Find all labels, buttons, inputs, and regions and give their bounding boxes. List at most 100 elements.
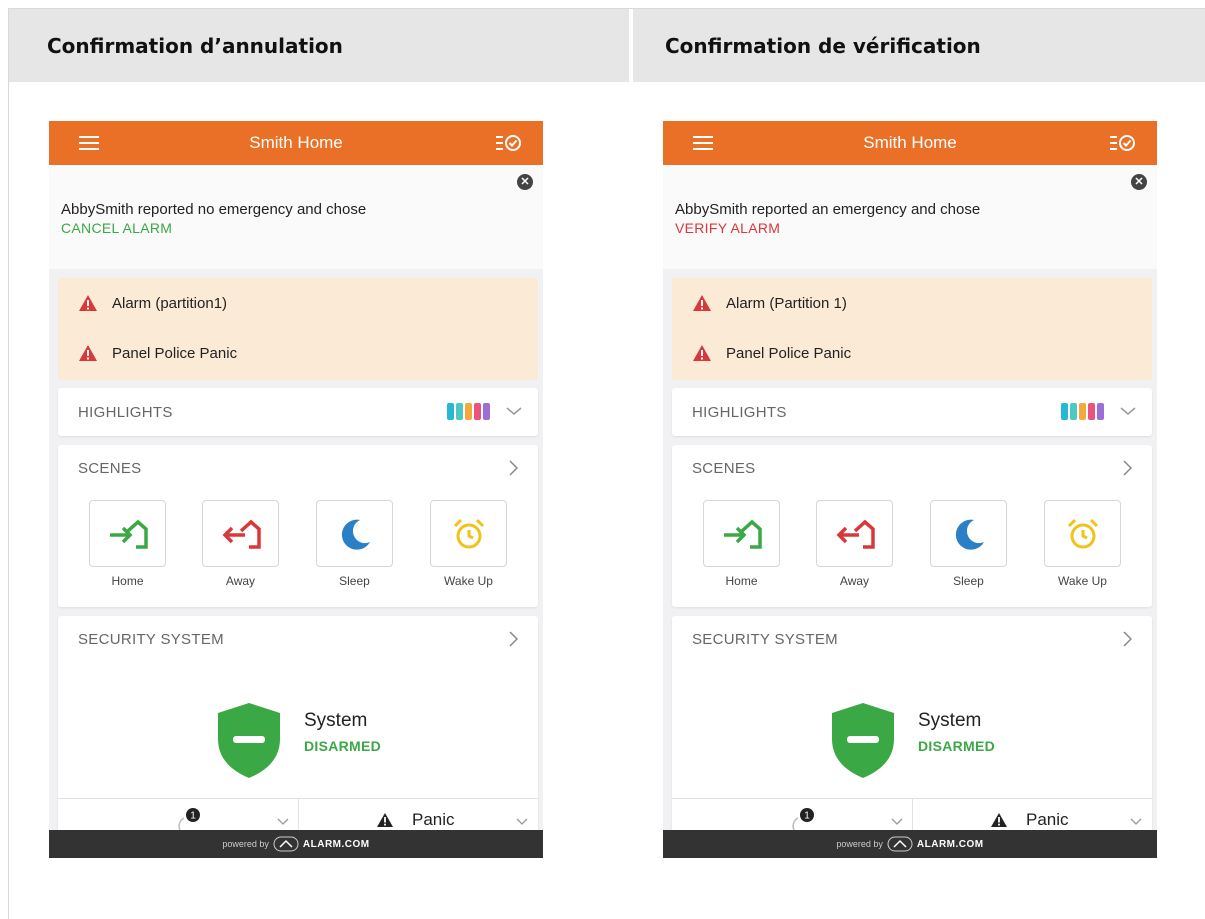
highlights-bars-icon (1061, 403, 1104, 420)
scene-home-button[interactable]: Home (703, 500, 780, 588)
leave-home-icon (222, 519, 261, 549)
highlights-card[interactable]: HIGHLIGHTS (672, 388, 1152, 436)
checklist-icon[interactable] (495, 133, 521, 153)
alarm-list: Alarm (Partition 1) Panel Police Panic (672, 278, 1152, 380)
moon-icon (341, 519, 370, 550)
warning-icon (693, 345, 711, 361)
chevron-down-icon[interactable] (891, 818, 903, 826)
warning-icon (991, 813, 1007, 827)
brand-name: ALARM.COM (302, 838, 370, 850)
chevron-down-icon[interactable] (277, 818, 289, 826)
chevron-down-icon[interactable] (516, 818, 528, 826)
highlights-bars-icon (447, 403, 490, 420)
system-status: DISARMED (304, 738, 382, 754)
scene-label: Wake Up (1058, 574, 1107, 588)
alarm-notice: ✕ AbbySmith reported no emergency and ch… (49, 165, 543, 269)
scenes-title: SCENES (692, 460, 756, 477)
scene-wakeup-button[interactable]: Wake Up (430, 500, 507, 588)
highlights-title: HIGHLIGHTS (692, 404, 787, 421)
shield-icon[interactable] (830, 701, 896, 779)
scene-sleep-button[interactable]: Sleep (930, 500, 1007, 588)
scene-sleep-button[interactable]: Sleep (316, 500, 393, 588)
app-title: Smith Home (863, 133, 957, 152)
chevron-down-icon[interactable] (1120, 406, 1136, 416)
chevron-right-icon[interactable] (1122, 631, 1132, 647)
alarm-notice: ✕ AbbySmith reported an emergency and ch… (663, 165, 1157, 269)
security-title: SECURITY SYSTEM (692, 631, 838, 648)
brand-name: ALARM.COM (916, 838, 984, 850)
security-title: SECURITY SYSTEM (78, 631, 224, 648)
notice-status-cancel: CANCEL ALARM (61, 220, 173, 236)
system-status: DISARMED (918, 738, 996, 754)
chevron-right-icon[interactable] (508, 460, 518, 476)
chevron-right-icon[interactable] (508, 631, 518, 647)
chevron-right-icon[interactable] (1122, 460, 1132, 476)
security-system-card: SECURITY SYSTEM System DISARMED 1 Panic (672, 616, 1152, 858)
checklist-icon[interactable] (1109, 133, 1135, 153)
scene-home-button[interactable]: Home (89, 500, 166, 588)
alarm-item[interactable]: Alarm (partition1) (78, 294, 227, 312)
scene-away-button[interactable]: Away (816, 500, 893, 588)
scenes-card: SCENES Home Away Sleep Wake Up (672, 445, 1152, 607)
column-title-cancel: Confirmation d’annulation (47, 33, 343, 58)
shield-icon[interactable] (216, 701, 282, 779)
chevron-down-icon[interactable] (506, 406, 522, 416)
column-title-verify: Confirmation de vérification (665, 33, 981, 58)
arrive-home-icon (109, 519, 148, 549)
alarm-clock-icon (453, 518, 484, 548)
scenes-card: SCENES Home Away Sleep Wake Up (58, 445, 538, 607)
powered-by-text: powered by (222, 839, 269, 849)
phone-screen-verify: Smith Home ✕ AbbySmith reported an emerg… (663, 121, 1157, 858)
panic-label: Panic (412, 810, 455, 829)
scene-wakeup-button[interactable]: Wake Up (1044, 500, 1121, 588)
sensor-badge-icon[interactable]: 1 (790, 806, 818, 832)
scene-label: Sleep (953, 574, 984, 588)
warning-icon (79, 345, 97, 361)
panic-label: Panic (1026, 810, 1069, 829)
scene-label: Home (725, 574, 758, 588)
highlights-card[interactable]: HIGHLIGHTS (58, 388, 538, 436)
panic-button[interactable]: Panic (376, 810, 455, 830)
scene-label: Away (225, 574, 256, 588)
sensor-badge-count: 1 (804, 811, 810, 822)
powered-by-text: powered by (836, 839, 883, 849)
notice-text: AbbySmith reported no emergency and chos… (61, 201, 367, 218)
close-icon[interactable]: ✕ (517, 174, 533, 190)
alarm-item-label: Panel Police Panic (726, 344, 852, 362)
alarm-list: Alarm (partition1) Panel Police Panic (58, 278, 538, 380)
leave-home-icon (836, 519, 875, 549)
scene-label: Home (111, 574, 144, 588)
phone-screen-cancel: Smith Home ✕ AbbySmith reported no emerg… (49, 121, 543, 858)
sensor-badge-count: 1 (190, 811, 196, 822)
alarm-item[interactable]: Panel Police Panic (692, 344, 851, 362)
sensor-badge-icon[interactable]: 1 (176, 806, 204, 832)
powered-by-footer: powered by ALARM.COM (663, 830, 1157, 858)
app-title: Smith Home (249, 133, 343, 152)
warning-icon (79, 295, 97, 311)
system-name: System (918, 710, 982, 731)
scene-label: Away (839, 574, 870, 588)
column-header-cancel: Confirmation d’annulation (9, 9, 629, 82)
scene-away-button[interactable]: Away (202, 500, 279, 588)
hamburger-menu-icon[interactable] (693, 136, 713, 150)
alarm-item-label: Alarm (partition1) (112, 294, 228, 312)
alarm-item[interactable]: Alarm (Partition 1) (692, 294, 847, 312)
highlights-title: HIGHLIGHTS (78, 404, 173, 421)
scene-label: Wake Up (444, 574, 493, 588)
alarm-com-logo-icon (273, 836, 299, 852)
app-top-bar: Smith Home (49, 121, 543, 165)
alarm-item-label: Alarm (Partition 1) (726, 294, 847, 312)
scenes-title: SCENES (78, 460, 142, 477)
chevron-down-icon[interactable] (1130, 818, 1142, 826)
close-icon[interactable]: ✕ (1131, 174, 1147, 190)
system-name: System (304, 710, 368, 731)
app-top-bar: Smith Home (663, 121, 1157, 165)
panic-button[interactable]: Panic (990, 810, 1069, 830)
notice-text: AbbySmith reported an emergency and chos… (675, 201, 981, 218)
arrive-home-icon (723, 519, 762, 549)
security-system-card: SECURITY SYSTEM System DISARMED 1 Panic (58, 616, 538, 858)
alarm-item[interactable]: Panel Police Panic (78, 344, 237, 362)
alarm-clock-icon (1067, 518, 1098, 548)
scene-label: Sleep (339, 574, 370, 588)
hamburger-menu-icon[interactable] (79, 136, 99, 150)
